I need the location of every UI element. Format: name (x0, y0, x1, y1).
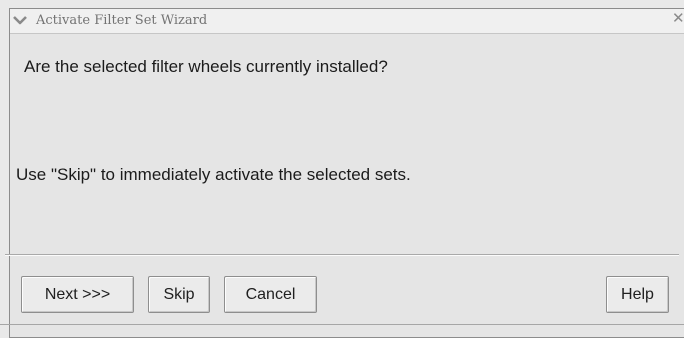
skip-hint: Use "Skip" to immediately activate the s… (16, 165, 411, 184)
window-title: Activate Filter Set Wizard (36, 13, 208, 28)
button-separator (5, 254, 679, 256)
window-bottom-edge (0, 324, 684, 325)
cancel-button[interactable]: Cancel (224, 276, 317, 313)
close-icon[interactable]: ✕ (672, 9, 684, 27)
skip-button[interactable]: Skip (148, 276, 210, 313)
next-button[interactable]: Next >>> (21, 276, 134, 313)
install-question: Are the selected filter wheels currently… (24, 57, 388, 76)
help-button[interactable]: Help (606, 276, 669, 313)
chevron-down-icon[interactable] (12, 12, 28, 28)
title-bar[interactable]: Activate Filter Set Wizard (10, 9, 684, 34)
